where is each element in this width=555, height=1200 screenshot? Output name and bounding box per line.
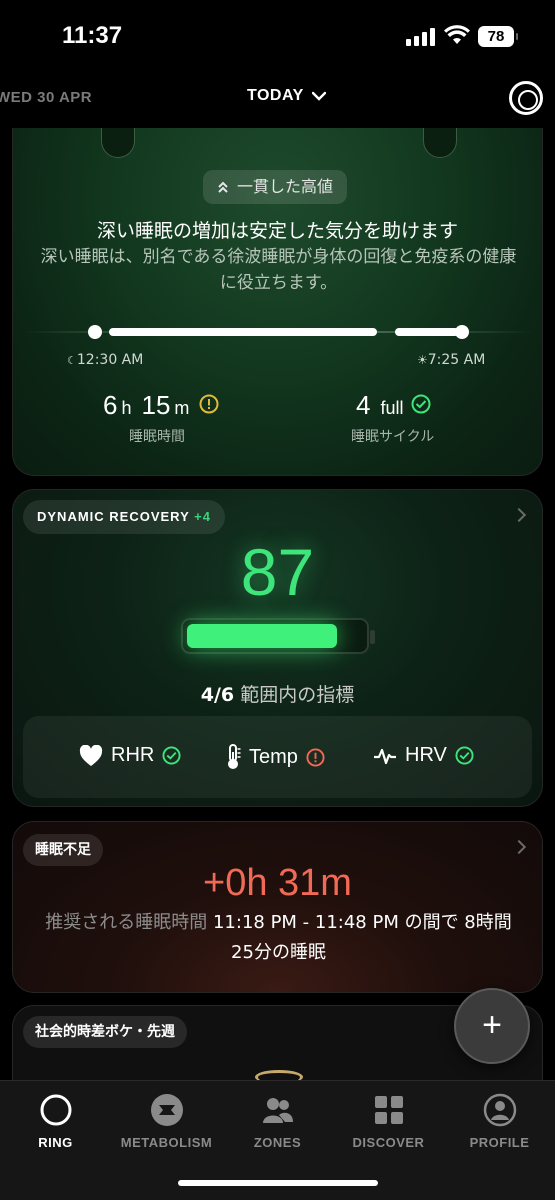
- battery-cap: [370, 630, 375, 644]
- discover-icon: [372, 1093, 406, 1127]
- deficit-desc-prefix: 推奨される睡眠時間: [45, 912, 213, 933]
- metric-temp-label: Temp: [249, 745, 298, 768]
- range-text: 範囲内の指標: [240, 684, 355, 706]
- tab-metabolism[interactable]: METABOLISM: [111, 1093, 222, 1150]
- pulse-icon: [374, 748, 396, 764]
- tab-discover[interactable]: DISCOVER: [333, 1093, 444, 1150]
- tab-profile[interactable]: PROFILE: [444, 1093, 555, 1150]
- chevron-right-icon[interactable]: [511, 839, 527, 855]
- chevron-down-icon: [311, 91, 326, 101]
- recovery-label-pill: DYNAMIC RECOVERY +4: [23, 500, 225, 534]
- sun-icon: ☀: [417, 353, 428, 367]
- metric-rhr[interactable]: RHR: [79, 744, 181, 767]
- waketime-value: 7:25 AM: [427, 352, 486, 368]
- battery-indicator: 78: [478, 26, 518, 47]
- duration-minutes-unit: m: [174, 398, 190, 418]
- double-chevron-up-icon: [218, 181, 228, 193]
- check-circle-icon: [162, 746, 181, 765]
- sleep-insight-card[interactable]: 一貫した高値 深い睡眠の増加は安定した気分を助けます 深い睡眠は、別名である徐波…: [12, 128, 543, 476]
- duration-minutes: 15: [141, 390, 171, 420]
- sleep-duration-stat: 6h 15 m: [103, 390, 219, 421]
- metric-temp[interactable]: Temp: [225, 744, 325, 770]
- recovery-score: 87: [240, 535, 315, 609]
- sleep-cycles-label: 睡眠サイクル: [351, 429, 435, 445]
- recovery-label: DYNAMIC RECOVERY: [37, 509, 190, 524]
- recovery-battery-fill: [187, 624, 337, 648]
- sleep-duration-label: 睡眠時間: [129, 429, 185, 445]
- deficit-description: 推奨される睡眠時間 11:18 PM - 11:48 PM の間で 8時間 25…: [43, 908, 514, 968]
- zones-icon: [261, 1093, 295, 1127]
- recovery-metrics-panel: RHR Temp HRV: [23, 716, 532, 798]
- duration-hours-unit: h: [121, 398, 132, 418]
- deficit-value: +0h 31m: [203, 862, 352, 904]
- range-count: 4/6: [200, 684, 235, 706]
- social-jetlag-label: 社会的時差ボケ・先週: [23, 1016, 187, 1048]
- decorative-bump: [101, 128, 135, 158]
- insight-badge-label: 一貫した高値: [237, 177, 334, 196]
- metric-hrv[interactable]: HRV: [373, 744, 474, 767]
- cycles-unit: full: [380, 398, 404, 418]
- sleep-cycles-stat: 4 full: [356, 390, 431, 421]
- recovery-card[interactable]: DYNAMIC RECOVERY +4 87 4/6 範囲内の指標 RHR Te…: [12, 489, 543, 807]
- sleep-segment: [395, 328, 459, 336]
- tab-zones-label: ZONES: [253, 1135, 302, 1150]
- metabolism-icon: [150, 1093, 184, 1127]
- duration-hours: 6: [103, 390, 118, 420]
- chevron-right-icon[interactable]: [511, 507, 527, 523]
- tab-ring-label: RING: [38, 1135, 73, 1150]
- insight-title: 深い睡眠の増加は安定した気分を助けます: [96, 220, 458, 242]
- cellular-signal-icon: [406, 28, 436, 46]
- status-time: 11:37: [62, 22, 123, 49]
- tab-discover-label: DISCOVER: [352, 1135, 425, 1150]
- ring-status-icon[interactable]: [509, 81, 543, 115]
- status-bar: 11:37 78: [0, 0, 555, 70]
- check-circle-icon: [455, 746, 474, 765]
- profile-icon: [483, 1093, 517, 1127]
- home-indicator: [178, 1180, 378, 1186]
- ring-icon: [39, 1093, 73, 1127]
- previous-day-button[interactable]: WED 30 APR: [0, 89, 92, 106]
- wifi-icon: [444, 25, 470, 44]
- insight-badge: 一貫した高値: [203, 170, 348, 204]
- bedtime-label: ☾12:30 AM: [67, 352, 143, 368]
- tab-zones[interactable]: ZONES: [222, 1093, 333, 1150]
- add-button[interactable]: +: [454, 988, 530, 1064]
- sleep-start-marker: [88, 325, 102, 339]
- tab-metabolism-label: METABOLISM: [120, 1135, 213, 1150]
- cycles-value: 4: [356, 390, 371, 420]
- deficit-desc-range: 11:18 PM - 11:48 PM の間で 8時間 25分の睡眠: [212, 912, 512, 963]
- tab-ring[interactable]: RING: [0, 1093, 111, 1150]
- sleep-segment: [109, 328, 377, 336]
- recovery-delta: +4: [194, 509, 211, 524]
- metric-hrv-label: HRV: [405, 744, 447, 766]
- tab-profile-label: PROFILE: [469, 1135, 530, 1150]
- check-circle-icon: [411, 394, 431, 414]
- moon-icon: ☾: [67, 354, 77, 367]
- waketime-label: ☀7:25 AM: [417, 352, 485, 368]
- date-selector[interactable]: TODAY: [247, 87, 326, 105]
- decorative-bump: [423, 128, 457, 158]
- thermometer-icon: [228, 744, 241, 769]
- warning-icon: [199, 394, 219, 414]
- insight-description: 深い睡眠は、別名である徐波睡眠が身体の回復と免疫系の健康に役立ちます。: [40, 247, 517, 293]
- sleep-deficit-card[interactable]: 睡眠不足 +0h 31m 推奨される睡眠時間 11:18 PM - 11:48 …: [12, 821, 543, 993]
- bedtime-value: 12:30 AM: [76, 352, 144, 368]
- sleep-end-marker: [455, 325, 469, 339]
- alert-circle-icon: [306, 747, 325, 767]
- metric-rhr-label: RHR: [111, 744, 155, 766]
- metrics-in-range: 4/6 範囲内の指標: [13, 680, 542, 707]
- heart-icon: [79, 744, 103, 766]
- date-selector-label: TODAY: [247, 87, 304, 104]
- recovery-battery-bar: [181, 618, 375, 654]
